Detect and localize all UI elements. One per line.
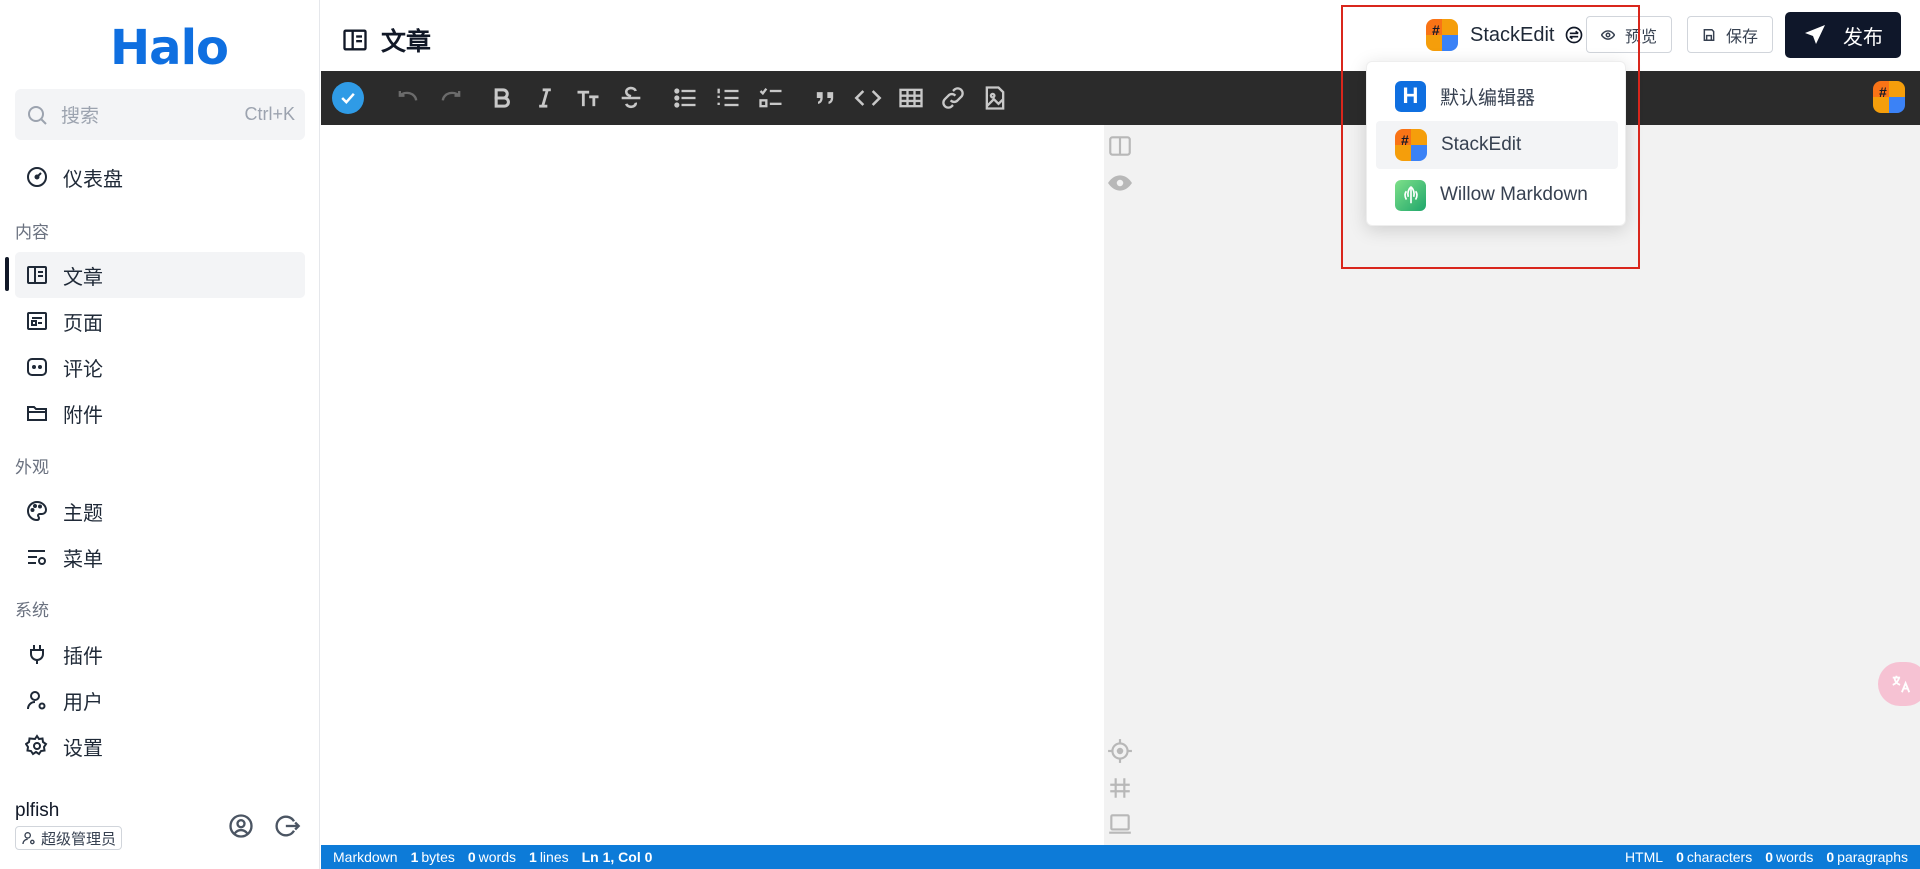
status-words-value: 0 — [467, 849, 476, 865]
redo-icon[interactable] — [437, 84, 465, 112]
link-icon[interactable] — [939, 84, 967, 112]
page-title-text: 文章 — [381, 28, 432, 56]
user-name: plfish — [15, 800, 60, 821]
status-words-label: words — [478, 849, 517, 865]
send-icon — [1803, 23, 1827, 47]
strikethrough-icon[interactable] — [617, 84, 645, 112]
sidebar-item-label: 文章 — [63, 266, 103, 289]
quote-icon[interactable] — [811, 84, 839, 112]
section-appearance-heading: 外观 — [15, 458, 49, 477]
sidebar-item-menus[interactable]: 菜单 — [15, 534, 305, 580]
image-icon[interactable] — [981, 84, 1009, 112]
section-content-heading: 内容 — [15, 223, 49, 242]
save-icon — [1702, 28, 1716, 42]
status-right-words-value: 0 — [1765, 849, 1774, 865]
publish-button[interactable]: 发布 — [1785, 12, 1901, 58]
search-shortcut: Ctrl+K — [244, 104, 295, 124]
eye-icon[interactable] — [1107, 170, 1133, 196]
italic-icon[interactable] — [531, 84, 559, 112]
markdown-editor-pane[interactable] — [321, 125, 1104, 845]
user-role-label: 超级管理员 — [41, 830, 117, 848]
sidebar-item-themes[interactable]: 主题 — [15, 488, 305, 534]
status-characters-value: 0 — [1676, 849, 1684, 865]
user-icon — [25, 688, 49, 712]
sidebar-item-label: 评论 — [63, 358, 103, 381]
publish-label: 发布 — [1843, 26, 1883, 49]
translate-icon[interactable] — [1878, 662, 1920, 706]
toggle-side-preview-icon[interactable] — [1107, 133, 1133, 159]
comments-icon — [25, 355, 49, 379]
sidebar-item-comments[interactable]: 评论 — [15, 344, 305, 390]
plug-icon — [25, 642, 49, 666]
search-box[interactable]: 搜索 Ctrl+K — [15, 89, 305, 140]
search-placeholder: 搜索 — [61, 106, 100, 127]
table-icon[interactable] — [897, 84, 925, 112]
undo-icon[interactable] — [394, 84, 422, 112]
numbered-list-icon[interactable] — [714, 84, 742, 112]
sidebar-item-label: 菜单 — [63, 548, 103, 571]
sidebar: Halo 搜索 Ctrl+K 仪表盘 内容 文章 页面 评论 附件 外观 主题 … — [0, 0, 320, 869]
save-button[interactable]: 保存 — [1687, 16, 1773, 53]
user-role-badge: 超级管理员 — [15, 826, 123, 850]
crosshair-icon[interactable] — [1107, 738, 1133, 764]
profile-icon[interactable] — [227, 812, 255, 840]
pages-icon — [25, 309, 49, 333]
sidebar-item-pages[interactable]: 页面 — [15, 298, 305, 344]
sidebar-item-label: 仪表盘 — [63, 168, 123, 191]
sidebar-item-plugins[interactable]: 插件 — [15, 631, 305, 677]
sync-scroll-icon[interactable] — [1107, 775, 1133, 801]
palette-icon — [25, 499, 49, 523]
sidebar-item-attachments[interactable]: 附件 — [15, 390, 305, 436]
status-right-mode: HTML — [1624, 849, 1664, 865]
status-bar-toggle-icon[interactable] — [1107, 811, 1133, 837]
save-label: 保存 — [1725, 28, 1758, 46]
dashboard-gauge-icon — [25, 165, 49, 189]
status-bytes-value: 1 — [410, 849, 419, 865]
sidebar-item-posts[interactable]: 文章 — [15, 252, 305, 298]
status-characters-label: characters — [1686, 849, 1753, 865]
posts-icon — [25, 263, 49, 287]
heading-icon[interactable] — [574, 84, 602, 112]
editor-toolbar: # — [321, 71, 1920, 125]
highlight-annotation-box — [1341, 5, 1640, 269]
section-system-heading: 系统 — [15, 601, 49, 620]
halo-logo[interactable]: Halo — [110, 20, 229, 76]
user-role-icon — [21, 830, 37, 846]
gear-icon — [25, 734, 49, 758]
sidebar-item-settings[interactable]: 设置 — [15, 723, 305, 769]
status-right: HTML 0 characters 0 words 0 paragraphs — [1625, 849, 1908, 865]
page-header: 文章 # StackEdit 预览 保存 发布 — [321, 0, 1920, 71]
stackedit-menu-icon[interactable]: # — [1873, 81, 1905, 113]
sidebar-item-label: 主题 — [63, 502, 103, 525]
sidebar-item-label: 用户 — [63, 691, 103, 714]
bold-icon[interactable] — [488, 84, 516, 112]
status-paragraphs-label: paragraphs — [1837, 849, 1908, 865]
status-right-words-label: words — [1776, 849, 1814, 865]
sync-status-button[interactable] — [332, 82, 364, 114]
status-left: Markdown 1 bytes 0 words 1 lines Ln 1, C… — [333, 849, 655, 865]
status-position: Ln 1, Col 0 — [581, 849, 653, 865]
status-bar: Markdown 1 bytes 0 words 1 lines Ln 1, C… — [321, 845, 1920, 869]
status-paragraphs-value: 0 — [1826, 849, 1835, 865]
posts-icon — [341, 26, 369, 54]
sidebar-item-label: 插件 — [63, 645, 103, 668]
page-title: 文章 — [341, 22, 431, 58]
code-icon[interactable] — [854, 84, 882, 112]
bullet-list-icon[interactable] — [671, 84, 699, 112]
sidebar-item-dashboard[interactable]: 仪表盘 — [15, 154, 305, 200]
status-bytes-label: bytes — [421, 849, 455, 865]
menu-settings-icon — [25, 545, 49, 569]
folder-icon — [25, 401, 49, 425]
task-list-icon[interactable] — [757, 84, 785, 112]
search-icon — [25, 103, 49, 127]
status-lines-value: 1 — [529, 849, 537, 865]
status-mode: Markdown — [333, 849, 398, 865]
sidebar-item-label: 页面 — [63, 312, 103, 335]
sidebar-item-users[interactable]: 用户 — [15, 677, 305, 723]
status-lines-label: lines — [539, 849, 569, 865]
sidebar-item-label: 附件 — [63, 404, 103, 427]
sidebar-item-label: 设置 — [63, 737, 103, 760]
active-indicator — [5, 257, 9, 291]
logout-icon[interactable] — [273, 812, 301, 840]
